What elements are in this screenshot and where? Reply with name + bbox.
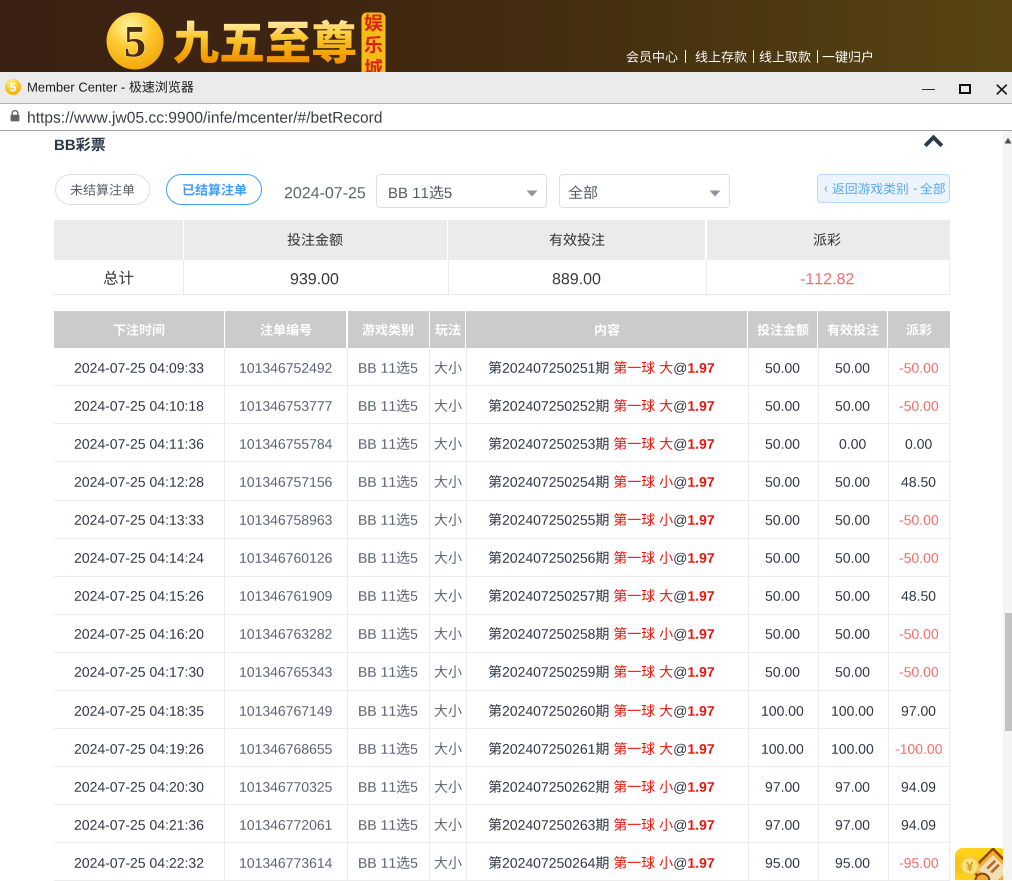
svg-text:5: 5 <box>124 17 146 66</box>
svg-text:5: 5 <box>10 81 17 95</box>
svg-text:¥: ¥ <box>966 859 974 874</box>
